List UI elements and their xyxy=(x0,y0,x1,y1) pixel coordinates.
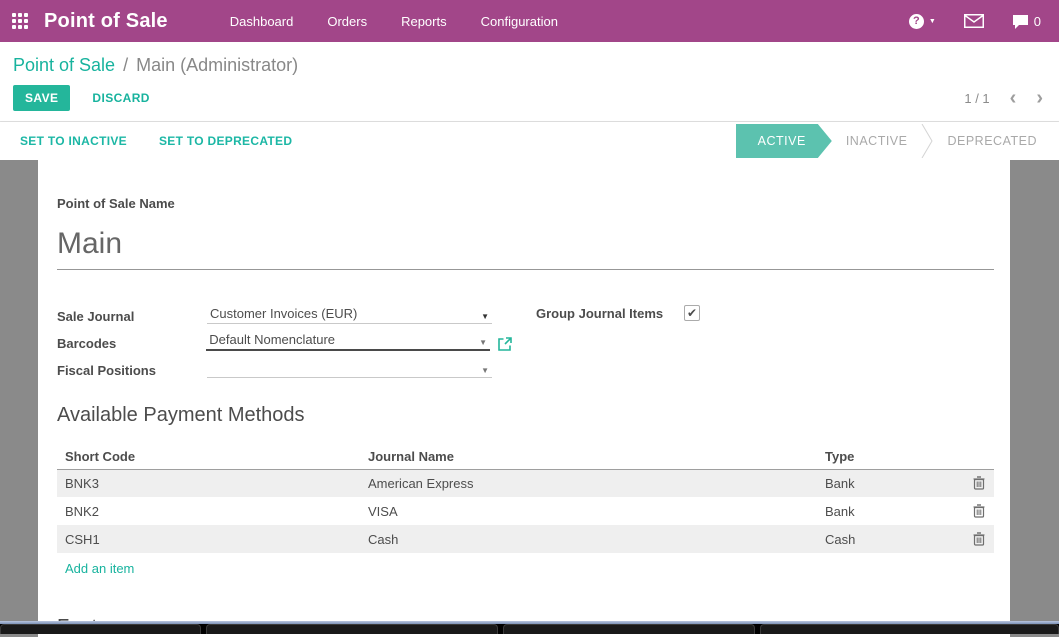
envelope-icon xyxy=(964,14,984,28)
table-row[interactable]: CSH1 Cash Cash xyxy=(57,525,994,553)
delete-row-button[interactable] xyxy=(972,504,986,518)
sale-journal-label: Sale Journal xyxy=(57,309,207,324)
messages-count: 0 xyxy=(1034,14,1041,29)
col-header-type: Type xyxy=(817,444,964,470)
barcodes-value: Default Nomenclature xyxy=(209,332,335,347)
fiscal-positions-input[interactable]: ▼ xyxy=(207,366,492,378)
select-caret-icon: ▼ xyxy=(481,312,489,321)
form-sheet: Point of Sale Name Main Sale Journal Cus… xyxy=(38,160,1010,637)
pos-name-label: Point of Sale Name xyxy=(57,196,994,211)
external-link-button[interactable] xyxy=(498,337,512,351)
barcodes-input[interactable]: Default Nomenclature ▼ xyxy=(206,332,490,351)
cell-short-code[interactable]: BNK2 xyxy=(57,497,360,525)
messages-button[interactable] xyxy=(964,14,984,28)
content-area: Point of Sale Name Main Sale Journal Cus… xyxy=(0,160,1059,637)
delete-row-button[interactable] xyxy=(972,476,986,490)
apps-grid-icon[interactable] xyxy=(12,13,29,30)
cell-journal-name[interactable]: Cash xyxy=(360,525,817,553)
menu-reports[interactable]: Reports xyxy=(401,14,447,29)
breadcrumb: Point of Sale / Main (Administrator) xyxy=(13,54,1043,76)
help-menu[interactable]: ? ▼ xyxy=(909,14,936,29)
dropdown-caret-icon: ▼ xyxy=(481,366,489,375)
state-inactive[interactable]: INACTIVE xyxy=(832,122,922,160)
payment-methods-title: Available Payment Methods xyxy=(57,403,994,427)
fiscal-positions-label: Fiscal Positions xyxy=(57,363,207,378)
sale-journal-select[interactable]: Customer Invoices (EUR) ▼ xyxy=(207,306,492,324)
pager-next-icon[interactable]: › xyxy=(1036,91,1043,105)
barcodes-row: Barcodes Default Nomenclature ▼ xyxy=(57,333,512,351)
taskbar-window-button[interactable] xyxy=(0,624,201,634)
menu-dashboard[interactable]: Dashboard xyxy=(230,14,294,29)
control-panel: Point of Sale / Main (Administrator) SAV… xyxy=(0,42,1059,122)
taskbar-window-button[interactable] xyxy=(503,624,755,634)
pos-name-input[interactable]: Main xyxy=(57,227,994,270)
chevron-down-icon: ▼ xyxy=(929,18,936,25)
checkmark-icon: ✔ xyxy=(687,306,697,320)
external-link-icon xyxy=(498,337,512,351)
state-widget: ACTIVE INACTIVE DEPRECATED xyxy=(736,122,1059,160)
cell-type[interactable]: Bank xyxy=(817,497,964,525)
pager-previous-icon[interactable]: ‹ xyxy=(1010,91,1017,105)
save-button[interactable]: SAVE xyxy=(13,85,70,111)
add-an-item-link[interactable]: Add an item xyxy=(57,561,994,576)
table-row[interactable]: BNK3 American Express Bank xyxy=(57,469,994,497)
cell-short-code[interactable]: BNK3 xyxy=(57,469,360,497)
group-journal-items-checkbox[interactable]: ✔ xyxy=(684,305,700,321)
payment-methods-table: Short Code Journal Name Type BNK3 Americ… xyxy=(57,444,994,554)
fiscal-positions-row: Fiscal Positions ▼ xyxy=(57,360,512,378)
discuss-button[interactable]: 0 xyxy=(1012,14,1041,29)
app-title: Point of Sale xyxy=(44,10,168,33)
delete-row-button[interactable] xyxy=(972,532,986,546)
dropdown-caret-icon: ▼ xyxy=(479,338,487,347)
cell-short-code[interactable]: CSH1 xyxy=(57,525,360,553)
breadcrumb-current: Main (Administrator) xyxy=(136,55,298,75)
state-separator-icon xyxy=(921,124,933,158)
trash-icon xyxy=(973,532,985,546)
cell-type[interactable]: Bank xyxy=(817,469,964,497)
discard-button[interactable]: DISCARD xyxy=(86,90,155,106)
state-active[interactable]: ACTIVE xyxy=(736,124,832,158)
sale-journal-value: Customer Invoices (EUR) xyxy=(210,306,357,321)
group-journal-items-label: Group Journal Items xyxy=(536,306,684,321)
statusbar: SET TO INACTIVE SET TO DEPRECATED ACTIVE… xyxy=(0,122,1059,160)
set-to-inactive-button[interactable]: SET TO INACTIVE xyxy=(20,134,127,148)
chat-bubble-icon xyxy=(1012,14,1029,29)
table-row[interactable]: BNK2 VISA Bank xyxy=(57,497,994,525)
barcodes-label: Barcodes xyxy=(57,336,206,351)
col-header-short-code: Short Code xyxy=(57,444,360,470)
left-field-column: Sale Journal Customer Invoices (EUR) ▼ B… xyxy=(57,306,512,387)
taskbar-window-button[interactable] xyxy=(206,624,498,634)
state-deprecated[interactable]: DEPRECATED xyxy=(933,122,1051,160)
sale-journal-row: Sale Journal Customer Invoices (EUR) ▼ xyxy=(57,306,512,324)
col-header-journal-name: Journal Name xyxy=(360,444,817,470)
breadcrumb-separator: / xyxy=(123,55,128,75)
menu-orders[interactable]: Orders xyxy=(327,14,367,29)
os-taskbar xyxy=(0,621,1059,634)
cell-journal-name[interactable]: American Express xyxy=(360,469,817,497)
set-to-deprecated-button[interactable]: SET TO DEPRECATED xyxy=(159,134,292,148)
navbar-right: ? ▼ 0 xyxy=(909,14,1041,29)
top-navbar: Point of Sale Dashboard Orders Reports C… xyxy=(0,0,1059,42)
help-icon: ? xyxy=(909,14,924,29)
menu-configuration[interactable]: Configuration xyxy=(481,14,558,29)
pager-value: 1 / 1 xyxy=(964,91,989,106)
trash-icon xyxy=(973,504,985,518)
right-field-column: Group Journal Items ✔ xyxy=(536,306,700,387)
taskbar-window-button[interactable] xyxy=(760,624,1059,634)
breadcrumb-parent[interactable]: Point of Sale xyxy=(13,55,115,75)
navbar-menu: Dashboard Orders Reports Configuration xyxy=(230,14,558,29)
pager: 1 / 1 ‹ › xyxy=(964,91,1043,106)
cell-journal-name[interactable]: VISA xyxy=(360,497,817,525)
cell-type[interactable]: Cash xyxy=(817,525,964,553)
table-header-row: Short Code Journal Name Type xyxy=(57,444,994,470)
trash-icon xyxy=(973,476,985,490)
